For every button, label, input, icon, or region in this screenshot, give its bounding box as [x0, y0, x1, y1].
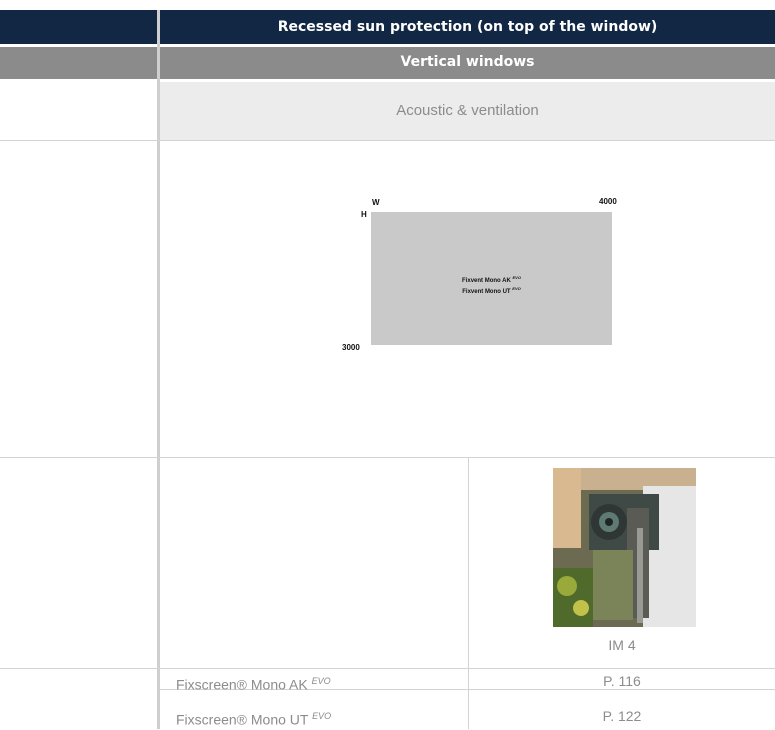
diagram-height-label: H [361, 210, 367, 219]
row-divider [0, 668, 775, 669]
page-reference[interactable]: P. 122 [469, 706, 775, 726]
diagram-product-line-1: Fixvent Mono AK [462, 278, 511, 284]
diagram-product-labels: Fixvent Mono AK EVO Fixvent Mono UT EVO [371, 274, 612, 296]
diagram-suffix: EVO [512, 286, 521, 291]
diagram-width-max: 4000 [599, 197, 617, 206]
product-suffix: EVO [311, 676, 331, 686]
roller-shutter-photo-icon [553, 468, 696, 627]
row-divider [0, 140, 775, 141]
diagram-width-label: W [372, 198, 380, 207]
diagram-product-line-2: Fixvent Mono UT [462, 289, 511, 295]
category-title: Acoustic & ventilation [396, 102, 539, 119]
image-caption: IM 4 [608, 637, 636, 653]
diagram-suffix: EVO [512, 275, 521, 280]
header-title: Recessed sun protection (on top of the w… [277, 19, 658, 35]
subheader-title: Vertical windows [400, 54, 535, 70]
diagram-height-max: 3000 [342, 343, 360, 352]
product-name-text: Fixscreen® Mono AK [176, 676, 308, 693]
product-name: Fixscreen® Mono AK EVO [176, 671, 331, 695]
product-name-text: Fixscreen® Mono UT [176, 711, 309, 728]
product-photo [553, 468, 696, 627]
row-divider [0, 457, 775, 458]
product-name: Fixscreen® Mono UT EVO [176, 706, 331, 730]
page-reference[interactable]: P. 116 [469, 671, 775, 691]
product-suffix: EVO [312, 711, 332, 721]
column-divider-left [157, 10, 160, 729]
